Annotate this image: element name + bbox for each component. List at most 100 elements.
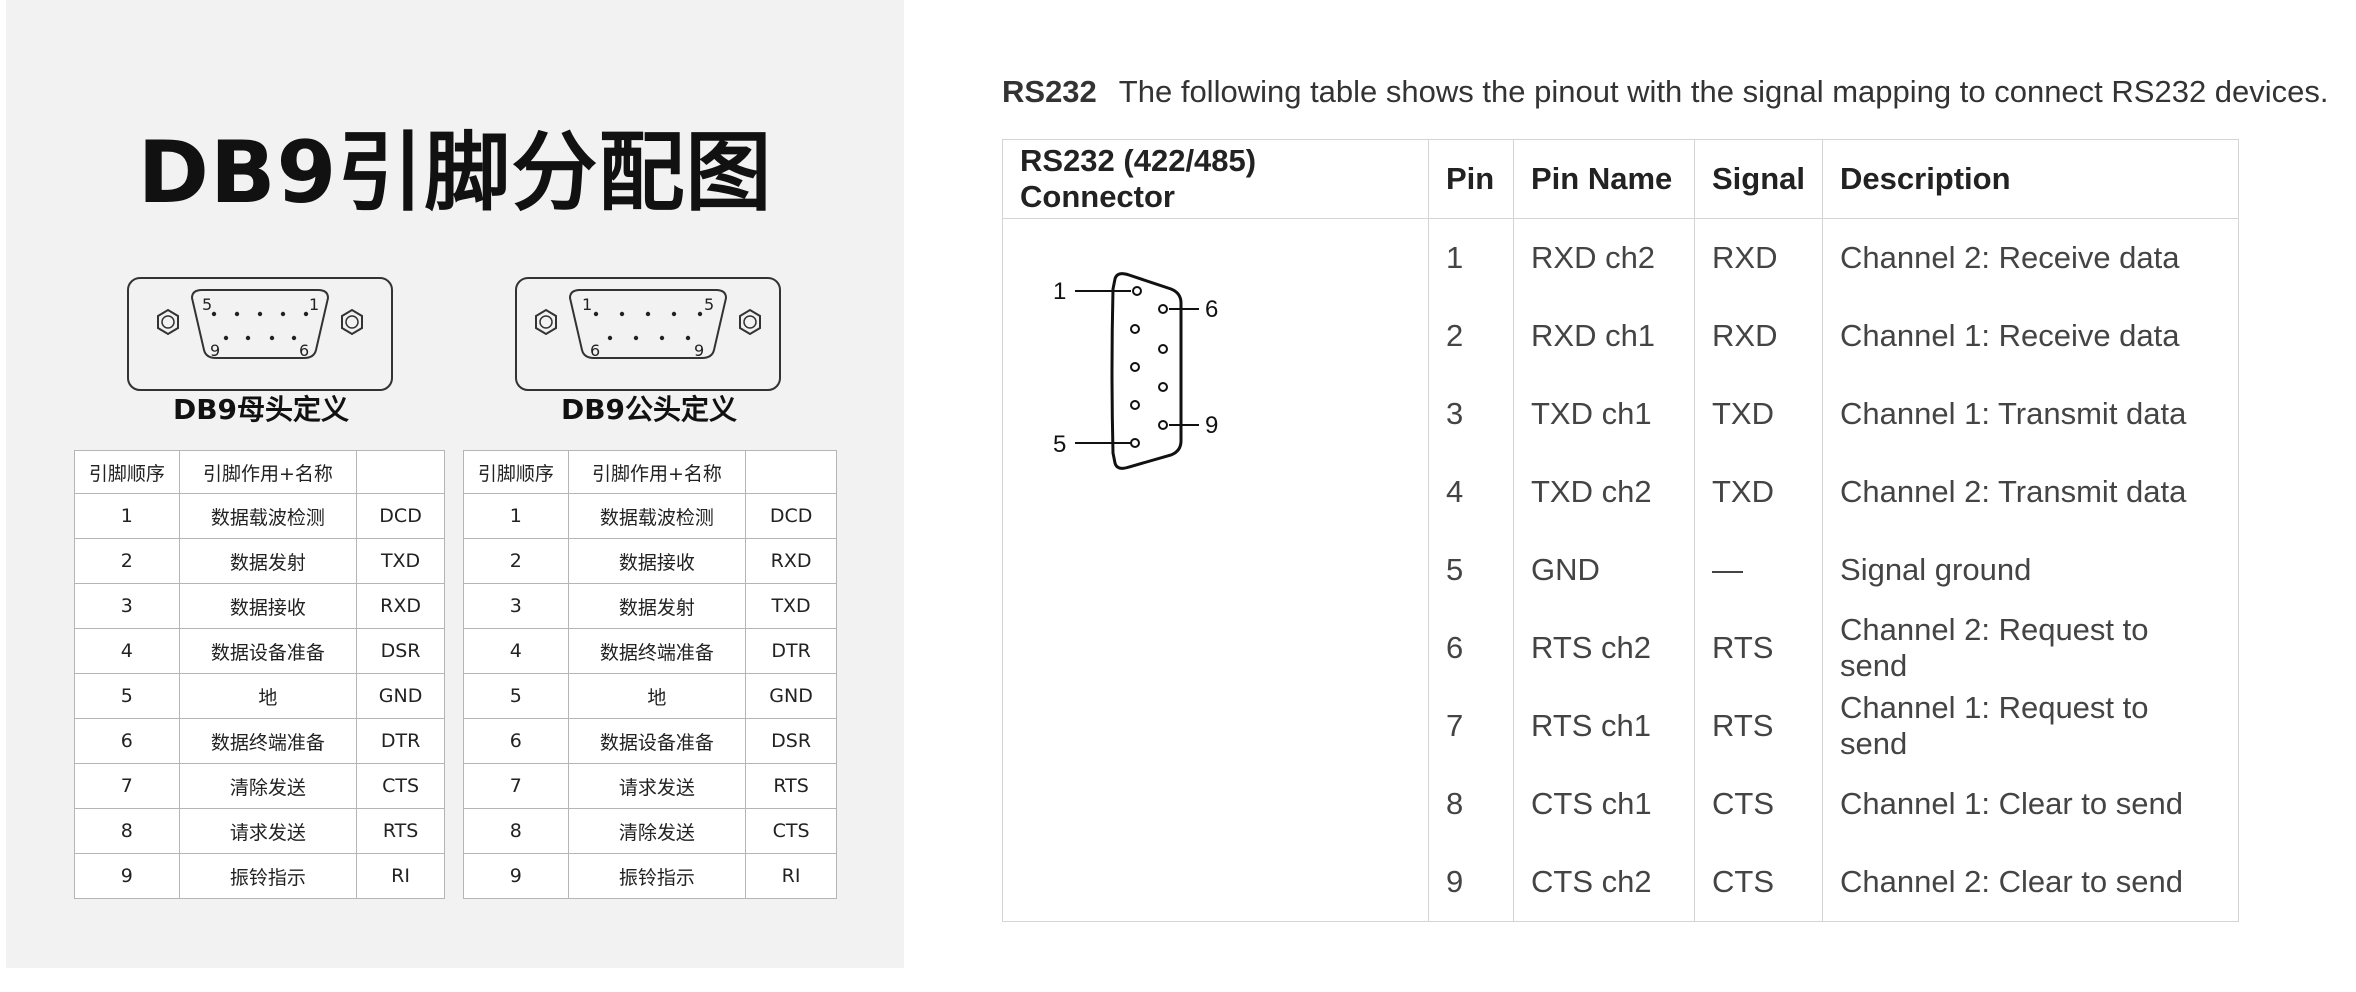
table-row: 4 数据设备准备 DSR [74,628,445,674]
description-cell: Signal ground [1822,531,2240,609]
table-header-row: 引脚顺序 引脚作用+名称 [463,450,837,494]
pin-name-cell: RTS ch1 [1513,687,1695,765]
table-row: 2 数据接收 RXD [463,538,837,584]
pin-name-cell: RTS ch2 [1513,609,1695,687]
male-connector: 1 5 6 9 DB9公头定义 [514,276,904,436]
pin-cell: 5 [1428,531,1514,609]
female-pin-label-bottom-left: 9 [210,341,220,360]
pin-signal-cell: TXD [745,583,837,629]
pin-name-cell: CTS ch2 [1513,843,1695,922]
pin-name-cell: RXD ch1 [1513,297,1695,375]
male-pin-table: 引脚顺序 引脚作用+名称 1 数据载波检测 DCD 2 数据接收 RXD 3 数据发射 TXD 4… [463,450,837,899]
header-cell: 引脚作用+名称 [567,450,747,494]
table-header-row: RS232 (422/485) Connector Pin Pin Name S… [1002,139,2240,219]
table-row: 1 5 6 9 1 RXD ch2 RXD Channel 2: Receive data [1002,218,2240,922]
pin-cell: 2 [1428,297,1514,375]
header-cell [745,450,837,494]
header-signal: Signal [1693,139,1824,219]
pin-name-cell: CTS ch1 [1513,765,1695,843]
signal-cell: CTS [1693,765,1824,843]
pin-signal-cell: DCD [745,493,837,539]
pin-cell: 7 [1428,687,1514,765]
pin-signal-cell: RXD [356,583,445,629]
db9-connector-icon: 1569 [1053,272,1218,470]
pin-cell: 9 [1428,843,1514,922]
rs232-intro-text: The following table shows the pinout wit… [1118,74,2329,109]
header-cell: 引脚作用+名称 [178,450,358,494]
description-cell: Channel 1: Clear to send [1822,765,2240,843]
table-row: 7 清除发送 CTS [74,763,445,809]
pin-name-cell: TXD ch2 [1513,453,1695,531]
male-connector-icon: 1 5 6 9 [515,277,781,391]
pin-cell: 3 [1428,375,1514,453]
table-header-row: 引脚顺序 引脚作用+名称 [74,450,445,494]
description-cell: Channel 2: Transmit data [1822,453,2240,531]
table-row: 1 数据载波检测 DCD [74,493,445,539]
description-cell: Channel 1: Receive data [1822,297,2240,375]
table-row: 6 数据终端准备 DTR [74,718,445,764]
pin-number-cell: 5 [74,673,180,719]
pin-function-cell: 请求发送 [178,808,358,854]
pin-signal-cell: GND [356,673,445,719]
pin-function-cell: 数据接收 [178,583,358,629]
female-connector-label: DB9母头定义 [172,393,350,426]
pin-signal-cell: RI [356,853,445,899]
pin-signal-cell: TXD [356,538,445,584]
pin-signal-cell: RTS [745,763,837,809]
table-row: 4 数据终端准备 DTR [463,628,837,674]
description-cell: Channel 1: Request to send [1822,687,2240,765]
table-row: 3 数据发射 TXD [463,583,837,629]
female-pin-label-top-left: 5 [202,295,212,314]
pin-number-cell: 2 [74,538,180,584]
pin-signal-cell: RTS [356,808,445,854]
male-pin-label-top-left: 1 [582,295,592,314]
table-row: 5 地 GND [463,673,837,719]
pin-name-cell: TXD ch1 [1513,375,1695,453]
table-row: 1 数据载波检测 DCD [463,493,837,539]
female-pin-table: 引脚顺序 引脚作用+名称 1 数据载波检测 DCD 2 数据发射 TXD 3 数据接收 RXD 4… [74,450,445,899]
male-pin-label-bottom-left: 6 [590,341,600,360]
pin-signal-cell: DTR [745,628,837,674]
pin-signal-cell: DSR [745,718,837,764]
pin-function-cell: 数据终端准备 [178,718,358,764]
pin-function-cell: 数据发射 [178,538,358,584]
pin-signal-cell: CTS [356,763,445,809]
pin-signal-cell: DSR [356,628,445,674]
diagram-label-pin5: 5 [1053,431,1066,458]
table-row: 6 数据设备准备 DSR [463,718,837,764]
signal-cell: TXD [1693,453,1824,531]
pin-function-cell: 数据接收 [567,538,747,584]
diagram-label-pin6: 6 [1205,296,1218,323]
pin-number-cell: 6 [463,718,569,764]
db9-pinout-graphic: DB9引脚分配图 5 1 9 6 DB9母头定义 1 5 6 9 DB9公头定义… [6,0,904,968]
header-cell [356,450,445,494]
pin-number-cell: 7 [463,763,569,809]
header-cell: 引脚顺序 [463,450,569,494]
pin-function-cell: 地 [178,673,358,719]
table-row: 8 清除发送 CTS [463,808,837,854]
pin-number-cell: 8 [74,808,180,854]
rs232-pinout-table: RS232 (422/485) Connector Pin Pin Name S… [1002,139,2240,922]
pin-number-cell: 8 [463,808,569,854]
male-pin-label-top-right: 5 [704,295,714,314]
pin-function-cell: 振铃指示 [567,853,747,899]
description-cell: Channel 1: Transmit data [1822,375,2240,453]
pin-function-cell: 数据终端准备 [567,628,747,674]
pin-signal-cell: RXD [745,538,837,584]
signal-cell: — [1693,531,1824,609]
pin-number-cell: 5 [463,673,569,719]
diagram-label-pin9: 9 [1205,412,1218,439]
pin-number-cell: 9 [74,853,180,899]
signal-cell: RTS [1693,687,1824,765]
header-pin: Pin [1428,139,1514,219]
pin-cell: 6 [1428,609,1514,687]
pin-signal-cell: DTR [356,718,445,764]
pin-name-cell: RXD ch2 [1513,218,1695,297]
signal-cell: TXD [1693,375,1824,453]
pin-function-cell: 清除发送 [567,808,747,854]
pin-function-cell: 数据设备准备 [178,628,358,674]
table-row: 9 振铃指示 RI [463,853,837,899]
table-row: 7 请求发送 RTS [463,763,837,809]
pin-function-cell: 数据载波检测 [567,493,747,539]
header-connector: RS232 (422/485) Connector [1002,139,1429,219]
